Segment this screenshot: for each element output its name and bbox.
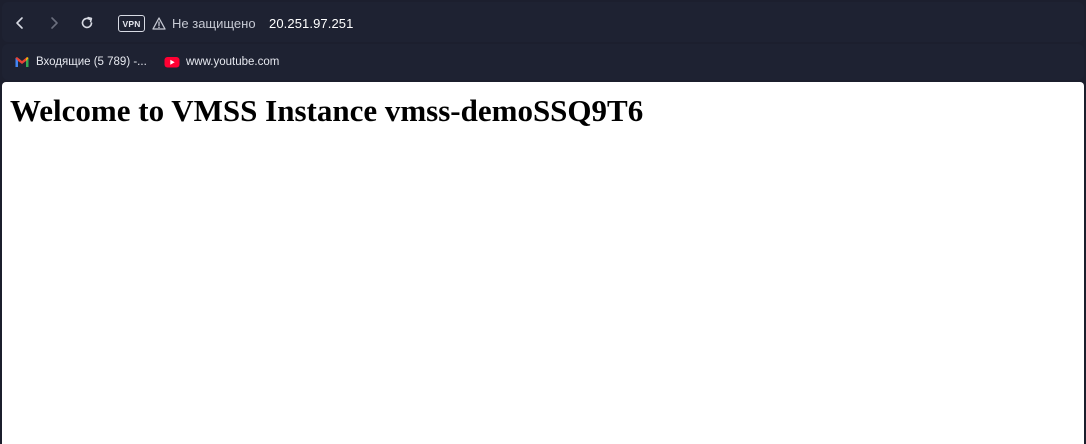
page-content: Welcome to VMSS Instance vmss-demoSSQ9T6: [2, 82, 1084, 444]
youtube-icon: [164, 57, 180, 68]
vpn-badge[interactable]: VPN: [118, 15, 145, 32]
back-button[interactable]: [7, 10, 33, 36]
forward-icon: [51, 17, 58, 29]
reload-button[interactable]: [74, 10, 100, 36]
bookmark-gmail[interactable]: Входящие (5 789) -...: [14, 53, 147, 71]
bookmarks-bar: Входящие (5 789) -... www.youtube.com: [0, 44, 1086, 80]
bookmark-label: Входящие (5 789) -...: [36, 56, 147, 68]
gmail-icon: [15, 57, 29, 67]
browser-toolbar: VPN Не защищено 20.251.97.251: [0, 0, 1086, 44]
toolbar-inner: VPN Не защищено 20.251.97.251: [2, 2, 1084, 42]
forward-button[interactable]: [41, 10, 67, 36]
bookmark-label: www.youtube.com: [186, 56, 280, 68]
bookmark-youtube[interactable]: www.youtube.com: [164, 53, 279, 71]
back-icon: [16, 17, 23, 29]
bookmarks-inner: Входящие (5 789) -... www.youtube.com: [2, 44, 1084, 80]
page-heading: Welcome to VMSS Instance vmss-demoSSQ9T6: [10, 93, 644, 128]
security-status[interactable]: Не защищено: [172, 16, 256, 32]
reload-icon: [81, 16, 93, 29]
warning-icon[interactable]: [152, 17, 166, 30]
address-bar-url[interactable]: 20.251.97.251: [269, 16, 353, 32]
